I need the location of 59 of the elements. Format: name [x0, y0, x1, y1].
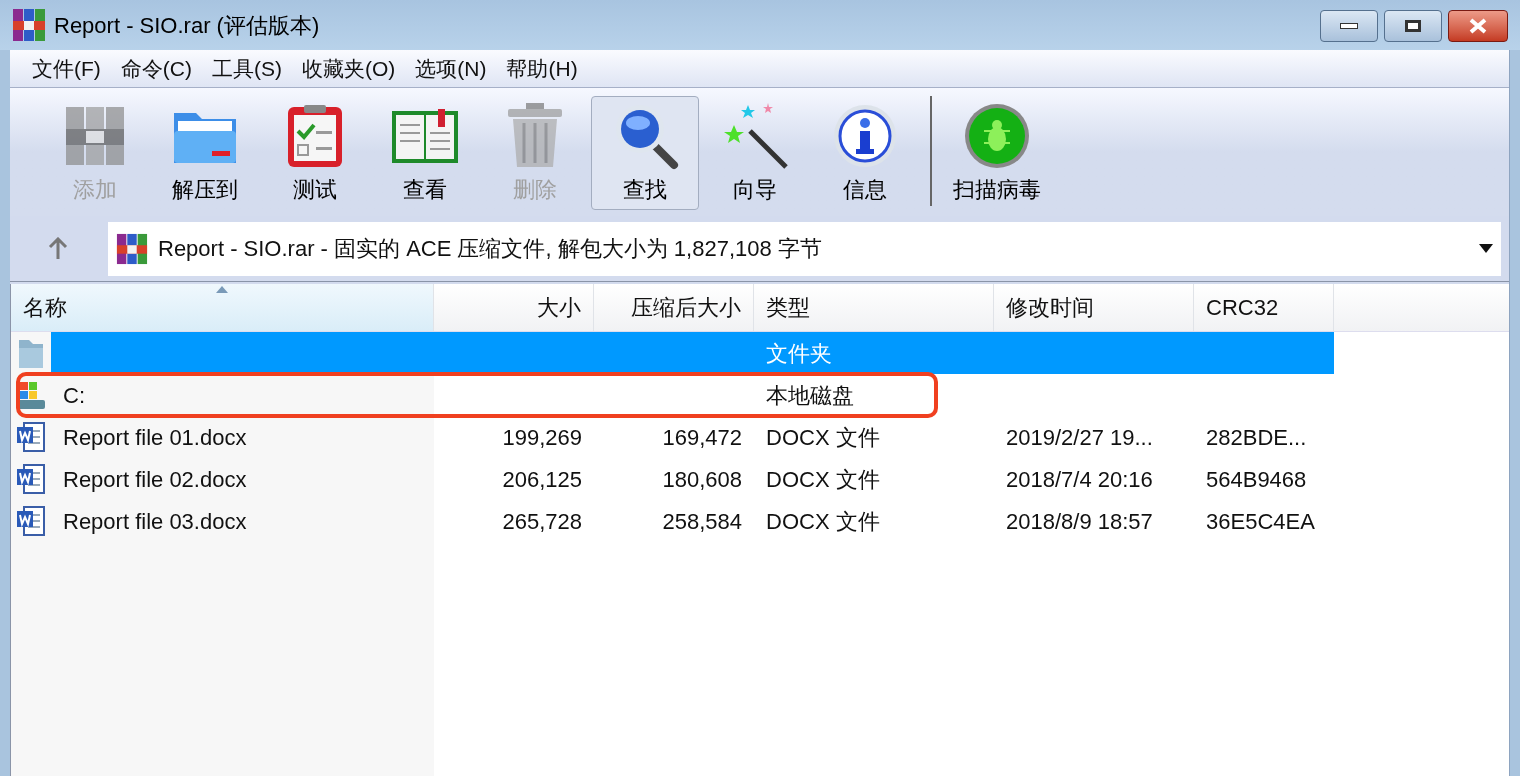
table-cell-text: 本地磁盘 [766, 381, 854, 410]
dropdown-arrow-icon [1479, 243, 1493, 254]
column-header[interactable]: 大小 [434, 284, 594, 331]
archive-icon [12, 8, 46, 42]
table-cell-text: Report file 01.docx [63, 423, 247, 452]
address-field[interactable]: Report - SIO.rar - 固实的 ACE 压缩文件, 解包大小为 1,827,108 字节 [108, 221, 1501, 276]
sort-arrow-icon [216, 286, 228, 293]
table-cell-text: 2018/7/4 20:16 [1006, 465, 1153, 494]
table-row[interactable]: Report file 02.docx 206,125 180,608 DOCX 文件 2018/7/4 20:16 564B9468 [51, 458, 1334, 500]
minimize-button[interactable] [1320, 10, 1378, 42]
column-header[interactable]: 修改时间 [994, 284, 1194, 331]
column-header[interactable]: 名称 [11, 284, 434, 331]
table-row[interactable]: Report file 03.docx 265,728 258,584 DOCX 文件 2018/8/9 18:57 36E5C4EA [51, 500, 1334, 542]
table-row[interactable]: C: 本地磁盘 [51, 374, 1334, 416]
toolbar-button[interactable]: 查看 [371, 96, 479, 210]
word-document-icon [16, 421, 46, 453]
table-cell-text: 199,269 [502, 423, 582, 452]
table-cell-text: 文件夹 [766, 339, 832, 368]
menu-item[interactable]: 帮助(H) [496, 52, 588, 85]
window-title: Report - SIO.rar (评估版本) [54, 11, 320, 40]
toolbar-button[interactable]: 解压到 [151, 96, 259, 210]
menu-item[interactable]: 文件(F) [22, 52, 111, 85]
bug-icon [962, 101, 1032, 171]
word-document-icon [16, 463, 46, 495]
table-cell-text: 265,728 [502, 507, 582, 536]
table-cell-text: 564B9468 [1206, 465, 1307, 494]
menu-item[interactable]: 选项(N) [405, 52, 497, 85]
up-arrow-icon [47, 236, 69, 261]
toolbar-button[interactable]: 测试 [261, 96, 369, 210]
menu-item[interactable]: 工具(S) [202, 52, 292, 85]
menu-item[interactable]: 收藏夹(O) [292, 52, 406, 85]
column-header[interactable]: CRC32 [1194, 284, 1334, 331]
word-document-icon [16, 505, 46, 537]
table-cell-text: C: [63, 381, 85, 410]
table-cell-text: 258,584 [662, 507, 742, 536]
close-button[interactable] [1448, 10, 1508, 42]
table-cell-text: 36E5C4EA [1206, 507, 1315, 536]
table-cell-text: 169,472 [662, 423, 742, 452]
close-icon [1468, 18, 1488, 34]
table-cell-text: 282BDE... [1206, 423, 1307, 452]
toolbar-button[interactable]: 向导 [701, 96, 809, 210]
column-header[interactable]: 压缩后大小 [594, 284, 754, 331]
menu-item[interactable]: 命令(C) [110, 52, 202, 85]
table-cell-text: 2019/2/27 19... [1006, 423, 1153, 452]
table-cell-text: DOCX 文件 [766, 465, 880, 494]
table-cell-text: DOCX 文件 [766, 507, 880, 536]
table-row[interactable]: Report file 01.docx 199,269 169,472 DOCX 文件 2019/2/27 19... 282BDE... [51, 416, 1334, 458]
table-cell-text: 2018/8/9 18:57 [1006, 507, 1153, 536]
table-cell-text: 206,125 [502, 465, 582, 494]
toolbar-button[interactable]: 查找 [591, 96, 699, 210]
maximize-button[interactable] [1384, 10, 1442, 42]
table-cell-text: DOCX 文件 [766, 423, 880, 452]
table-cell-text: 180,608 [662, 465, 742, 494]
toolbar-button[interactable]: 信息 [811, 96, 919, 210]
column-header[interactable]: 类型 [754, 284, 994, 331]
archive-icon [116, 232, 148, 265]
table-cell-text: Report file 02.docx [63, 465, 247, 494]
toolbar-button[interactable]: 扫描病毒 [943, 96, 1051, 210]
table-cell-text: Report file 03.docx [63, 507, 247, 536]
